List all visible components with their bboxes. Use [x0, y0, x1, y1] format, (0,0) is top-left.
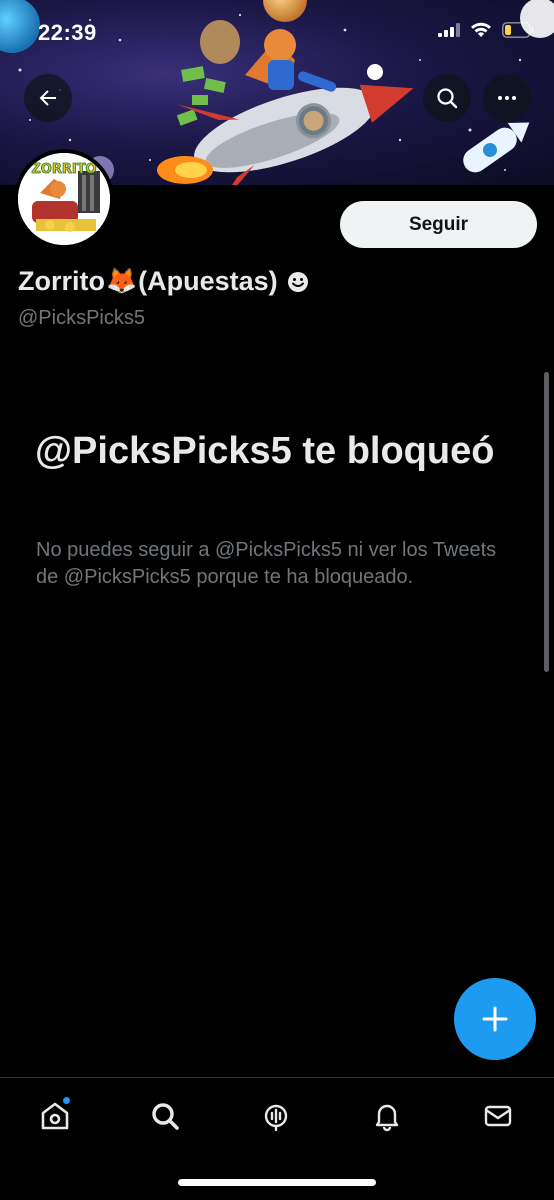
avatar-logo-text: ZORRITO [31, 162, 96, 177]
search-icon [152, 1103, 179, 1130]
nav-explore[interactable] [143, 1094, 187, 1138]
avatar-artwork: ZORRITO [18, 153, 110, 245]
display-name: Zorrito 🦊 (Apuestas) [18, 266, 310, 297]
nav-home[interactable] [33, 1094, 77, 1138]
nav-spaces[interactable] [254, 1094, 298, 1138]
cellular-signal-icon [438, 23, 460, 37]
more-horizontal-icon [498, 96, 516, 100]
battery-icon [502, 22, 534, 38]
status-icons [438, 22, 534, 38]
scrollbar[interactable] [544, 372, 549, 672]
status-time: 22:39 [38, 20, 97, 45]
profile-handle: @PicksPicks5 [18, 307, 145, 329]
back-button[interactable] [24, 74, 72, 122]
nav-notifications[interactable] [365, 1094, 409, 1138]
avatar-image: ZORRITO [18, 153, 110, 245]
follow-button[interactable]: Seguir [340, 201, 537, 248]
more-options-button[interactable] [483, 74, 531, 122]
wifi-icon [471, 22, 491, 37]
plus-icon [482, 1006, 508, 1032]
display-name-suffix: (Apuestas) [138, 266, 278, 296]
smiling-face-icon [286, 270, 310, 294]
avatar[interactable]: ZORRITO [14, 149, 114, 249]
bell-icon [375, 1104, 399, 1132]
search-button[interactable] [423, 74, 471, 122]
compose-tweet-button[interactable] [454, 978, 536, 1060]
fox-emoji: 🦊 [106, 267, 138, 295]
nav-messages[interactable] [476, 1094, 520, 1138]
blocked-title: @PicksPicks5 te bloqueó [35, 430, 495, 472]
arrow-left-icon [39, 90, 56, 106]
search-icon [437, 88, 458, 109]
status-bar: 22:39 [0, 0, 554, 66]
home-indicator[interactable] [178, 1179, 376, 1186]
envelope-icon [484, 1105, 512, 1127]
display-name-text: Zorrito [18, 266, 105, 296]
microphone-icon [264, 1104, 288, 1132]
home-unread-dot [62, 1096, 71, 1105]
blocked-description: No puedes seguir a @PicksPicks5 ni ver l… [36, 539, 497, 588]
